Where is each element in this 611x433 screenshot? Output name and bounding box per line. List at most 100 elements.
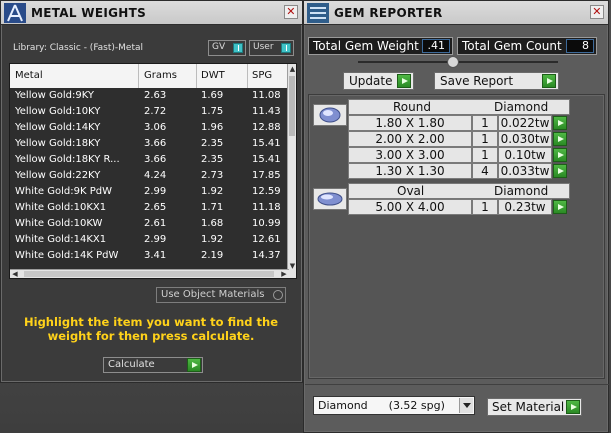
scroll-down-icon[interactable]: ▼ — [289, 262, 296, 270]
arrow-right-icon — [397, 74, 411, 88]
table-row[interactable]: Yellow Gold:10KY 2.72 1.75 11.43 — [10, 104, 289, 120]
table-row[interactable]: Yellow Gold:14KY 3.06 1.96 12.88 — [10, 120, 289, 136]
dwt-value: 2.35 — [201, 154, 224, 165]
metal-name: Yellow Gold:18KY R... — [15, 154, 120, 165]
arrow-right-icon — [187, 358, 201, 372]
column-header-spg[interactable]: SPG — [252, 70, 272, 81]
scrollbar-thumb[interactable] — [289, 76, 295, 136]
calculate-label: Calculate — [108, 359, 155, 370]
column-header-grams[interactable]: Grams — [144, 70, 177, 81]
metal-table[interactable]: Metal Grams DWT SPG Yellow Gold:9KY 2.63… — [9, 63, 297, 279]
spg-value: 11.43 — [252, 106, 281, 117]
spg-value: 12.88 — [252, 122, 281, 133]
spg-value: 12.59 — [252, 186, 281, 197]
grams-value: 2.99 — [144, 234, 167, 245]
gem-weight: 0.23tw — [498, 199, 552, 215]
gem-count: 1 — [472, 131, 498, 147]
metal-weights-panel: METAL WEIGHTS ✕ Library: Classic - (Fast… — [0, 0, 303, 383]
gem-group-header: Oval Diamond — [348, 183, 570, 199]
table-row[interactable]: Yellow Gold:9KY 2.63 1.69 11.08 — [10, 88, 289, 104]
grams-value: 2.99 — [144, 186, 167, 197]
instructions-text: Highlight the item you want to find the … — [24, 315, 278, 343]
scroll-left-icon[interactable]: ◀ — [11, 270, 19, 278]
arrow-right-icon[interactable] — [553, 116, 567, 130]
total-gem-weight-value: .41 — [422, 39, 450, 53]
radio-button-icon[interactable] — [273, 290, 283, 300]
library-label: Library: Classic - (Fast)-Metal — [13, 43, 144, 53]
gem-item-row[interactable]: 2.00 X 2.00 1 0.030tw — [348, 131, 570, 147]
close-icon[interactable]: ✕ — [590, 5, 604, 19]
gem-size: 5.00 X 4.00 — [348, 199, 472, 215]
save-report-button[interactable]: Save Report — [434, 72, 559, 90]
spg-value: 11.18 — [252, 202, 281, 213]
arrow-right-icon[interactable] — [553, 148, 567, 162]
use-object-materials-option[interactable]: Use Object Materials — [156, 287, 286, 303]
arrow-right-icon[interactable] — [553, 200, 567, 214]
user-toggle[interactable]: User — [249, 40, 294, 56]
calculate-button[interactable]: Calculate — [103, 357, 203, 373]
gem-count: 1 — [472, 147, 498, 163]
close-icon[interactable]: ✕ — [284, 5, 298, 19]
gv-toggle-label: GV — [212, 42, 226, 52]
table-row[interactable]: White Gold:10KW 2.61 1.68 10.99 — [10, 216, 289, 232]
column-divider — [138, 64, 139, 88]
material-select-value: Diamond (3.52 spg) — [318, 399, 445, 412]
grams-value: 2.61 — [144, 218, 167, 229]
arrow-right-icon[interactable] — [553, 164, 567, 178]
dwt-value: 1.92 — [201, 234, 224, 245]
metal-weights-titlebar[interactable]: METAL WEIGHTS ✕ — [1, 1, 302, 25]
update-button[interactable]: Update — [343, 72, 414, 90]
scroll-right-icon[interactable]: ▶ — [280, 270, 288, 278]
gem-reporter-logo-icon — [307, 3, 329, 23]
column-header-metal[interactable]: Metal — [15, 70, 43, 81]
save-report-label: Save Report — [440, 74, 514, 88]
set-material-label: Set Material — [492, 400, 565, 414]
panel-divider — [305, 384, 609, 385]
gv-toggle[interactable]: GV — [208, 40, 246, 56]
scroll-up-icon[interactable]: ▲ — [289, 65, 296, 73]
dwt-value: 1.68 — [201, 218, 224, 229]
arrow-right-icon[interactable] — [553, 132, 567, 146]
spg-value: 15.41 — [252, 138, 281, 149]
table-row[interactable]: White Gold:14KX1 2.99 1.92 12.61 — [10, 232, 289, 248]
table-row[interactable]: White Gold:14K PdW 3.41 2.19 14.37 — [10, 248, 289, 264]
slider-handle[interactable] — [447, 56, 459, 68]
metal-table-header: Metal Grams DWT SPG — [10, 64, 289, 88]
metal-name: White Gold:10KX1 — [15, 202, 107, 213]
round-gem-icon — [313, 104, 347, 126]
gem-item-row[interactable]: 1.30 X 1.30 4 0.033tw — [348, 163, 570, 179]
toggle-indicator-icon — [233, 43, 243, 53]
update-label: Update — [349, 74, 393, 88]
gem-weight: 0.033tw — [498, 163, 552, 179]
gem-shape: Round — [393, 100, 431, 114]
table-row[interactable]: White Gold:9K PdW 2.99 1.92 12.59 — [10, 184, 289, 200]
total-gem-count-field: Total Gem Count 8 — [457, 37, 597, 55]
gem-item-row[interactable]: 5.00 X 4.00 1 0.23tw — [348, 199, 570, 215]
table-row[interactable]: White Gold:10KX1 2.65 1.71 11.18 — [10, 200, 289, 216]
gem-count: 1 — [472, 199, 498, 215]
gem-size: 3.00 X 3.00 — [348, 147, 472, 163]
metal-name: White Gold:14K PdW — [15, 250, 119, 261]
dwt-value: 1.96 — [201, 122, 224, 133]
scrollbar-thumb[interactable] — [24, 271, 274, 277]
gem-count: 1 — [472, 115, 498, 131]
table-row[interactable]: Yellow Gold:18KY 3.66 2.35 15.41 — [10, 136, 289, 152]
vertical-scrollbar[interactable]: ▲ ▼ — [287, 64, 296, 278]
table-row[interactable]: Yellow Gold:18KY R... 3.66 2.35 15.41 — [10, 152, 289, 168]
gem-shape: Oval — [397, 184, 425, 198]
material-select[interactable]: Diamond (3.52 spg) — [313, 396, 475, 415]
gem-material: Diamond — [494, 100, 549, 114]
horizontal-scrollbar[interactable]: ◀ ▶ — [10, 269, 289, 278]
gem-reporter-titlebar[interactable]: GEM REPORTER ✕ — [304, 1, 608, 25]
gem-item-row[interactable]: 1.80 X 1.80 1 0.022tw — [348, 115, 570, 131]
chevron-down-icon[interactable] — [459, 398, 473, 413]
grams-value: 2.65 — [144, 202, 167, 213]
metal-name: Yellow Gold:10KY — [15, 106, 101, 117]
gem-size: 1.30 X 1.30 — [348, 163, 472, 179]
grams-value: 3.66 — [144, 154, 167, 165]
table-row[interactable]: Yellow Gold:22KY 4.24 2.73 17.85 — [10, 168, 289, 184]
column-header-dwt[interactable]: DWT — [201, 70, 225, 81]
gem-item-row[interactable]: 3.00 X 3.00 1 0.10tw — [348, 147, 570, 163]
app-logo-icon — [4, 3, 26, 23]
set-material-button[interactable]: Set Material — [487, 398, 582, 416]
